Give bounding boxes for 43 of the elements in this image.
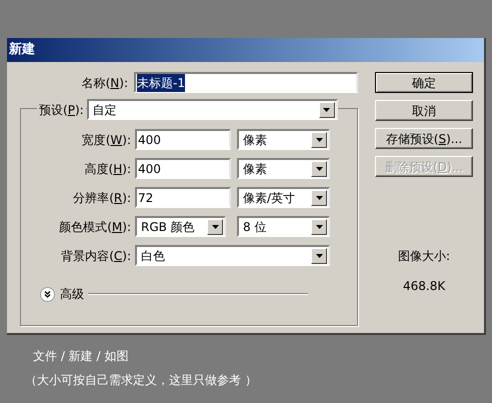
depth-dropdown[interactable]: 8 位 [237,216,330,237]
dropdown-button[interactable] [311,160,327,176]
field-label: 分辨率(R): [72,190,131,206]
unit-dropdown[interactable]: 像素/英寸 [237,187,330,208]
image-size-value: 468.8K [403,278,446,295]
dialog-button[interactable]: 取消 [375,100,473,121]
field-label: 预设(P): [39,102,84,116]
field-label: 背景内容(C): [60,248,131,264]
caption-text: 文件 / 新建 / 如图 [33,348,130,365]
dialog-button[interactable]: 确定 [375,72,473,93]
section-label: 高级 [60,286,84,303]
caret-down-icon [212,224,218,228]
caret-down-icon [316,166,322,170]
field-label: 名称(N): [80,74,128,92]
mode-dropdown[interactable]: RGB 颜色 [135,216,226,237]
window-title: 新建 [9,40,35,60]
dialog-button[interactable]: 存储预设(S)... [375,128,473,149]
dropdown-button[interactable] [207,218,223,234]
image-size-label: 图像大小: [398,248,452,265]
field-label: 宽度(W): [80,132,131,148]
text-field[interactable]: 400 [135,158,231,179]
text-field[interactable]: 400 [135,129,231,150]
expand-button[interactable] [40,286,55,302]
dropdown-button[interactable] [311,248,327,264]
dropdown-button[interactable] [318,102,335,118]
caret-down-icon [316,254,322,258]
field-label: 颜色模式(M): [58,218,131,236]
caption-text: （大小可按自己需求定义，这里只做参考 ） [25,372,258,389]
caret-down-icon [316,138,322,142]
name-field[interactable]: 未标题-1 [134,72,358,93]
unit-dropdown[interactable]: 像素 [237,158,330,179]
unit-dropdown[interactable]: 像素 [237,129,330,150]
dropdown-button[interactable] [311,132,327,148]
caret-down-icon [316,196,322,200]
background-dropdown[interactable]: 白色 [135,245,330,266]
chevron-icon [44,290,51,298]
dropdown-button[interactable] [311,218,327,234]
caret-down-icon [316,224,322,228]
dropdown-button[interactable] [311,190,327,206]
text-field[interactable]: 72 [135,187,231,208]
preset-dropdown[interactable]: 自定 [86,99,338,120]
field-label: 高度(H): [84,160,131,178]
caret-down-icon [323,108,330,112]
